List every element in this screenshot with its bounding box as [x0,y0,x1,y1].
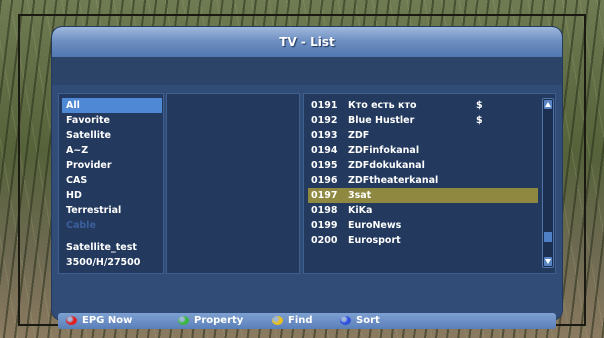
channel-name: Eurosport [348,235,401,246]
group-item-satellite[interactable]: Satellite [62,128,162,143]
group-item-provider[interactable]: Provider [62,158,162,173]
channel-name: KiKa [348,205,373,216]
group-item-cable: Cable [66,220,96,231]
scroll-down-icon[interactable] [544,257,552,266]
group-item-terrestrial[interactable]: Terrestrial [62,203,162,218]
channel-name: ZDFdokukanal [348,160,425,171]
channel-number: 0196 [311,175,338,186]
group-list-panel: All Favorite Satellite A~Z Provider CAS … [58,93,164,274]
channel-row[interactable]: 0199 EuroNews [308,218,538,233]
channel-row[interactable]: 0191 Кто есть кто $ [308,98,538,113]
channel-list-panel: 0191 Кто есть кто $ 0192 Blue Hustler $ … [303,93,556,274]
find-label: Find [288,315,313,326]
channel-name: 3sat [348,190,372,201]
green-button-icon [178,316,189,325]
channel-name: Blue Hustler [348,115,415,126]
channel-number: 0195 [311,160,338,171]
group-item-az[interactable]: A~Z [62,143,162,158]
satellite-name: Satellite_test [66,242,137,253]
channel-row[interactable]: 0193 ZDF [308,128,538,143]
channel-row[interactable]: 0194 ZDFinfokanal [308,143,538,158]
red-button-icon [66,316,77,325]
channel-name: EuroNews [348,220,402,231]
group-item-hd[interactable]: HD [62,188,162,203]
group-item-all[interactable]: All [62,98,162,113]
channel-number: 0193 [311,130,338,141]
scroll-up-icon[interactable] [544,100,552,109]
channel-name: ZDF [348,130,370,141]
color-key-bar: EPG Now Property Find Sort [58,313,556,329]
scrollbar-thumb[interactable] [544,232,552,242]
channel-scrollbar[interactable] [542,98,554,268]
group-item-favorite[interactable]: Favorite [62,113,162,128]
property-label: Property [194,315,244,326]
channel-row[interactable]: 0196 ZDFtheaterkanal [308,173,538,188]
channel-number: 0191 [311,100,338,111]
channel-number: 0199 [311,220,338,231]
transponder-params: 3500/H/27500 [66,257,141,268]
channel-row[interactable]: 0198 KiKa [308,203,538,218]
dialog-title: TV - List [279,35,335,49]
subgroup-panel [166,93,300,274]
epg-now-label: EPG Now [82,315,133,326]
yellow-button-icon [272,316,283,325]
channel-name: ZDFtheaterkanal [348,175,439,186]
group-item-cas[interactable]: CAS [62,173,162,188]
channel-row-selected[interactable]: 0197 3sat [308,188,538,203]
channel-number: 0194 [311,145,338,156]
channel-row[interactable]: 0200 Eurosport [308,233,538,248]
info-strip [52,57,562,85]
channel-number: 0192 [311,115,338,126]
channel-row[interactable]: 0195 ZDFdokukanal [308,158,538,173]
channel-number: 0197 [311,190,338,201]
channel-name: ZDFinfokanal [348,145,420,156]
scrambled-flag: $ [476,115,483,126]
sort-label: Sort [356,315,380,326]
tv-list-dialog: TV - List All Favorite Satellite A~Z Pro… [52,27,562,320]
channel-row[interactable]: 0192 Blue Hustler $ [308,113,538,128]
scrambled-flag: $ [476,100,483,111]
channel-number: 0200 [311,235,338,246]
channel-name: Кто есть кто [348,100,417,111]
channel-number: 0198 [311,205,338,216]
blue-button-icon [340,316,351,325]
